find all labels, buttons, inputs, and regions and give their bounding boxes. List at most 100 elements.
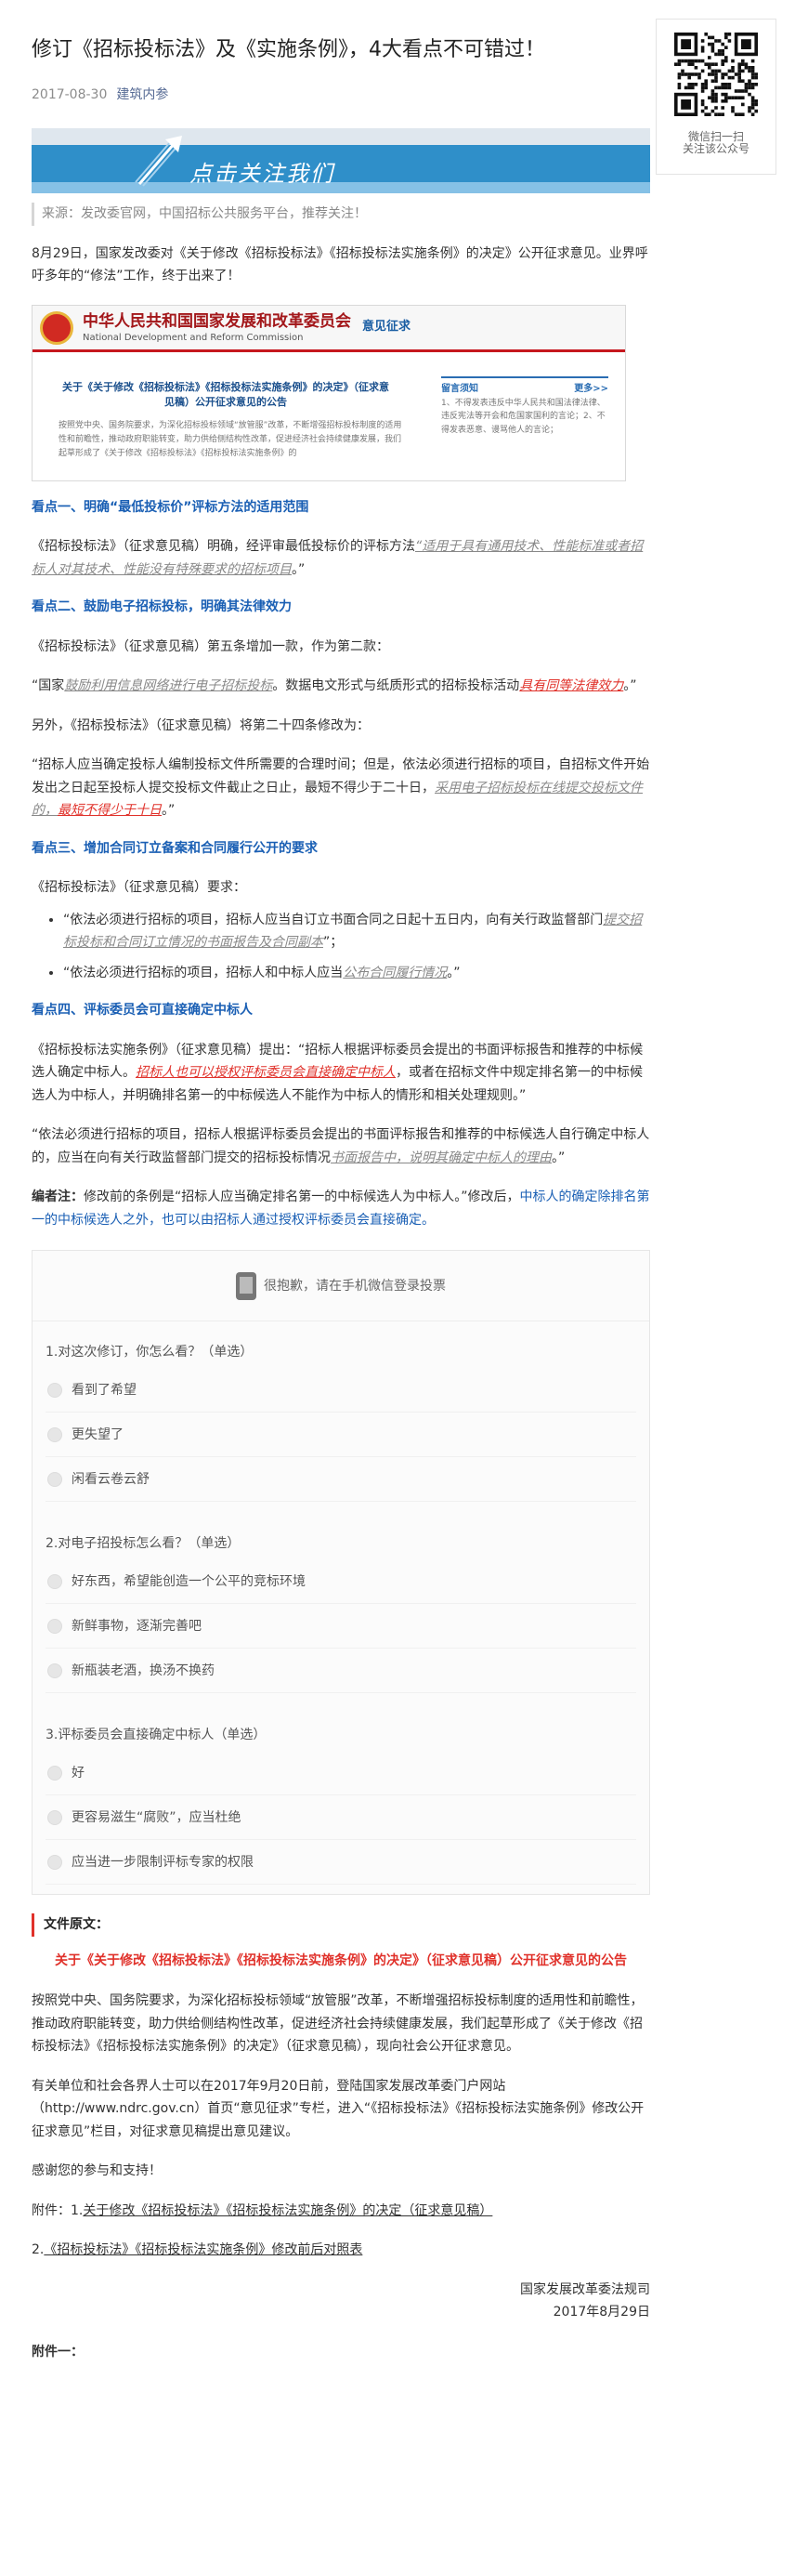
- vote-option[interactable]: 应当进一步限制评标专家的权限: [46, 1840, 636, 1886]
- attachment-link[interactable]: 关于修改《招标投标法》《招标投标法实施条例》的决定（征求意见稿）: [83, 2203, 492, 2218]
- vote-option[interactable]: 好东西，希望能创造一个公平的竞标环境: [46, 1559, 636, 1605]
- vote-option-label: 更容易滋生“腐败”，应当杜绝: [72, 1809, 241, 1825]
- signature-date: 2017年8月29日: [553, 2305, 650, 2320]
- vote-option-label: 好东西，希望能创造一个公平的竞标环境: [72, 1573, 306, 1589]
- vote-question: 2.对电子招投标怎么看？（单选） 好东西，希望能创造一个公平的竞标环境 新鲜事物…: [33, 1528, 649, 1694]
- editor-note: 编者注：修改前的条例是“招标人应当确定排名第一的中标候选人为中标人。”修改后，中…: [32, 1186, 650, 1231]
- arrow-icon: [135, 136, 182, 188]
- vote-option-label: 新鲜事物，逐渐完善吧: [72, 1618, 202, 1634]
- original-paragraph-3: 感谢您的参与和支持！: [32, 2163, 162, 2179]
- ndrc-doc-body: 按照党中央、国务院要求，为深化招标投标领域“放管服”改革，不断增强招标投标制度的…: [59, 420, 402, 459]
- banner-text: 点击关注我们: [189, 161, 334, 188]
- original-doc-label: 文件原文：: [32, 1913, 650, 1937]
- radio-icon[interactable]: [47, 1809, 62, 1825]
- radio-icon[interactable]: [47, 1382, 62, 1398]
- ndrc-sidebar-title: 留言须知: [441, 383, 478, 394]
- highlighted-text: 具有同等法律效力: [519, 678, 624, 694]
- vote-option[interactable]: 更失望了: [46, 1413, 636, 1458]
- vote-option-label: 新瓶装老酒，换汤不换药: [72, 1663, 215, 1678]
- vote-login-notice: 很抱歉，请在手机微信登录投票: [33, 1251, 649, 1322]
- text-run: “依法必须进行招标的项目，招标人应当自订立书面合同之日起十五日内，向有关行政监督…: [63, 912, 604, 927]
- text-run: 。”: [292, 561, 306, 577]
- vote-box: 很抱歉，请在手机微信登录投票 1.对这次修订，你怎么看？（单选） 看到了希望 更…: [32, 1250, 650, 1896]
- qr-caption-2: 关注该公众号: [682, 141, 749, 155]
- underlined-text: 公布合同履行情况: [343, 965, 448, 980]
- radio-icon[interactable]: [47, 1618, 62, 1634]
- point-three-paragraph: 《招标投标法》（征求意见稿）要求：: [32, 880, 246, 896]
- text-run: 。数据电文形式与纸质形式的招标投标活动: [272, 678, 520, 694]
- vote-option[interactable]: 好: [46, 1751, 636, 1796]
- text-run: 。”: [162, 803, 176, 819]
- radio-icon[interactable]: [47, 1854, 62, 1870]
- highlighted-text: 招标人也可以授权评标委员会直接确定中标人: [136, 1065, 396, 1081]
- vote-option[interactable]: 新瓶装老酒，换汤不换药: [46, 1649, 636, 1694]
- ndrc-name-en: National Development and Reform Commissi…: [83, 332, 304, 343]
- point-two-paragraph-2: “国家鼓励利用信息网络进行电子招标投标。数据电文形式与纸质形式的招标投标活动具有…: [32, 675, 650, 698]
- vote-notice-text: 很抱歉，请在手机微信登录投票: [264, 1278, 446, 1294]
- radio-icon[interactable]: [47, 1573, 62, 1589]
- radio-icon[interactable]: [47, 1471, 62, 1487]
- vote-question: 3.评标委员会直接确定中标人（单选） 好 更容易滋生“腐败”，应当杜绝 应当进一…: [33, 1719, 649, 1886]
- qr-card: 微信扫一扫 关注该公众号: [656, 19, 776, 175]
- editor-note-label: 编者注：: [32, 1189, 84, 1205]
- vote-option[interactable]: 闲看云卷云舒: [46, 1457, 636, 1503]
- phone-icon: [236, 1271, 256, 1300]
- point-one-heading: 看点一、明确“最低投标价”评标方法的适用范围: [32, 499, 309, 515]
- text-run: 《招标投标法》（征求意见稿）明确，经评审最低投标价的评标方法: [32, 539, 415, 555]
- text-run: 。”: [552, 1150, 566, 1165]
- vote-option-label: 看到了希望: [72, 1382, 137, 1398]
- vote-option-label: 闲看云卷云舒: [72, 1471, 150, 1487]
- national-emblem-icon: [40, 310, 73, 345]
- ndrc-sidebar-text: 1、不得发表违反中华人民共和国法律法律、违反宪法等开会和危国家国利的言论；2、不…: [441, 398, 606, 435]
- list-item: “依法必须进行招标的项目，招标人和中标人应当公布合同履行情况。”: [63, 962, 650, 985]
- vote-option[interactable]: 更容易滋生“腐败”，应当杜绝: [46, 1795, 636, 1841]
- vote-option-label: 更失望了: [72, 1426, 124, 1442]
- attachment-link[interactable]: 《招标投标法》《招标投标法实施条例》修改前后对照表: [44, 2242, 362, 2257]
- ndrc-doc-title: 关于《关于修改《招标投标法》《招标投标法实施条例》的决定》（征求意见稿）公开征求…: [62, 380, 389, 409]
- original-paragraph-1: 按照党中央、国务院要求，为深化招标投标领域“放管服”改革，不断增强招标投标制度的…: [32, 1993, 644, 2055]
- requirement-list: “依法必须进行招标的项目，招标人应当自订立书面合同之日起十五日内，向有关行政监督…: [32, 909, 650, 985]
- radio-icon[interactable]: [47, 1426, 62, 1442]
- text-run: 。”: [447, 965, 461, 980]
- original-doc-title: 关于《关于修改《招标投标法》《招标投标法实施条例》的决定》（征求意见稿）公开征求…: [55, 1952, 627, 1968]
- original-paragraph-2: 有关单位和社会各界人士可以在2017年9月20日前，登陆国家发展改革委门户网站（…: [32, 2078, 645, 2139]
- follow-banner[interactable]: 点击关注我们: [32, 128, 650, 194]
- vote-option-label: 应当进一步限制评标专家的权限: [72, 1854, 254, 1870]
- ndrc-notice-image: 中华人民共和国国家发展和改革委员会 National Development a…: [32, 304, 626, 481]
- text-run: 附件：1.: [32, 2202, 84, 2218]
- source-note: 来源：发改委官网，中国招标公共服务平台，推荐关注！: [32, 203, 650, 226]
- ndrc-section: 意见征求: [362, 319, 411, 334]
- list-item: “依法必须进行招标的项目，招标人应当自订立书面合同之日起十五日内，向有关行政监督…: [63, 909, 650, 954]
- point-four-heading: 看点四、评标委员会可直接确定中标人: [32, 1003, 253, 1019]
- vote-question: 1.对这次修订，你怎么看？（单选） 看到了希望 更失望了 闲看云卷云舒: [33, 1336, 649, 1503]
- point-three-heading: 看点三、增加合同订立备案和合同履行公开的要求: [32, 840, 318, 856]
- vote-question-title: 1.对这次修订，你怎么看？（单选）: [46, 1345, 254, 1360]
- vote-option-label: 好: [72, 1765, 85, 1781]
- publish-date: 2017-08-30: [32, 86, 108, 102]
- attachment-1: 附件：1.关于修改《招标投标法》《招标投标法实施条例》的决定（征求意见稿）: [32, 2200, 650, 2223]
- vote-option[interactable]: 看到了希望: [46, 1368, 636, 1413]
- point-four-paragraph-2: “依法必须进行招标的项目，招标人根据评标委员会提出的书面评标报告和推荐的中标候选…: [32, 1124, 650, 1169]
- vote-question-title: 2.对电子招投标怎么看？（单选）: [46, 1536, 241, 1552]
- text-run: “依法必须进行招标的项目，招标人和中标人应当: [63, 965, 344, 980]
- text-run: ”；: [323, 935, 344, 951]
- qr-code-icon[interactable]: [674, 33, 758, 116]
- text-run: 2.: [32, 2242, 45, 2258]
- point-two-heading: 看点二、鼓励电子招标投标，明确其法律效力: [32, 599, 292, 615]
- account-link[interactable]: 建筑内参: [116, 87, 168, 102]
- ndrc-sidebar: 留言须知 更多>> 1、不得发表违反中华人民共和国法律法律、违反宪法等开会和危国家…: [441, 375, 608, 437]
- point-one-paragraph: 《招标投标法》（征求意见稿）明确，经评审最低投标价的评标方法“适用于具有通用技术…: [32, 535, 650, 581]
- text-run: “国家: [32, 678, 65, 694]
- radio-icon[interactable]: [47, 1765, 62, 1781]
- vote-option[interactable]: 新鲜事物，逐渐完善吧: [46, 1604, 636, 1649]
- attachment-2: 2.《招标投标法》《招标投标法实施条例》修改前后对照表: [32, 2239, 650, 2262]
- ndrc-header: 中华人民共和国国家发展和改革委员会 National Development a…: [33, 305, 625, 352]
- intro-paragraph: 8月29日，国家发改委对《关于修改《招标投标法》《招标投标法实施条例》的决定》公…: [32, 245, 648, 284]
- banner-stripe-light: [32, 182, 650, 194]
- signature: 国家发展改革委法规司: [520, 2281, 650, 2297]
- point-two-paragraph-3: 另外，《招标投标法》（征求意见稿）将第二十四条修改为：: [32, 717, 370, 733]
- underlined-text: 鼓励利用信息网络进行电子招标投标: [64, 678, 273, 694]
- text-run: 修改前的条例是“招标人应当确定排名第一的中标候选人为中标人。”修改后，: [84, 1189, 520, 1205]
- radio-icon[interactable]: [47, 1663, 62, 1678]
- point-two-paragraph-4: “招标人应当确定投标人编制投标文件所需要的合理时间；但是，依法必须进行招标的项目…: [32, 754, 650, 822]
